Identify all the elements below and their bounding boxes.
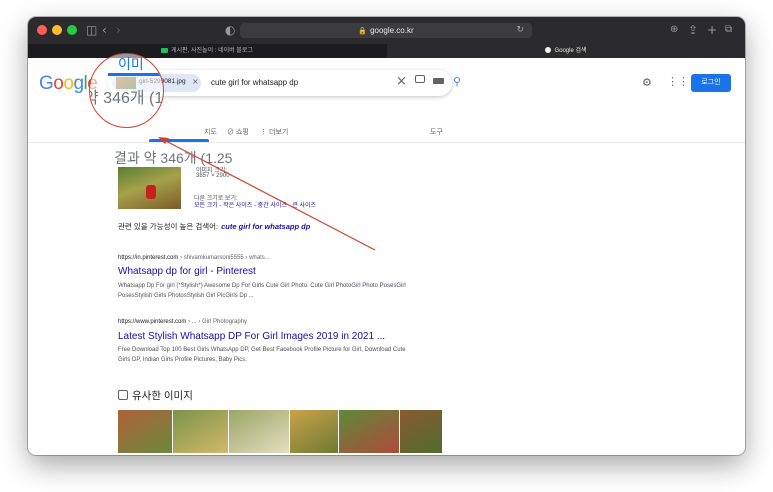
arrow-head <box>158 137 169 144</box>
arrow-line <box>163 139 376 251</box>
annotation-arrow <box>158 137 376 251</box>
